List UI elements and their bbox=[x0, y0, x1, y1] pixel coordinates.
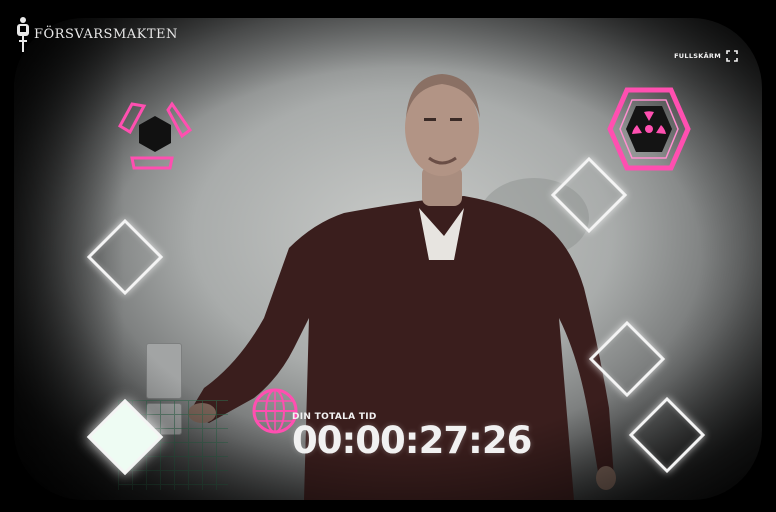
brand-name: FÖRSVARSMAKTEN bbox=[34, 26, 178, 42]
hexagon-triangles-icon[interactable] bbox=[110, 90, 200, 180]
fullscreen-button[interactable]: FULLSKÄRM bbox=[674, 50, 738, 62]
hazard-hexagon-icon[interactable] bbox=[604, 84, 694, 174]
fullscreen-label: FULLSKÄRM bbox=[674, 52, 721, 60]
expand-icon bbox=[726, 50, 738, 62]
game-frame: FÖRSVARSMAKTEN FULLSKÄRM DIN TOTALA TID … bbox=[0, 0, 776, 512]
total-time-display: DIN TOTALA TID 00:00:27:26 bbox=[292, 412, 532, 462]
timer-value: 00:00:27:26 bbox=[292, 419, 532, 462]
crest-icon bbox=[17, 17, 29, 52]
brand-logo[interactable]: FÖRSVARSMAKTEN bbox=[14, 14, 178, 54]
